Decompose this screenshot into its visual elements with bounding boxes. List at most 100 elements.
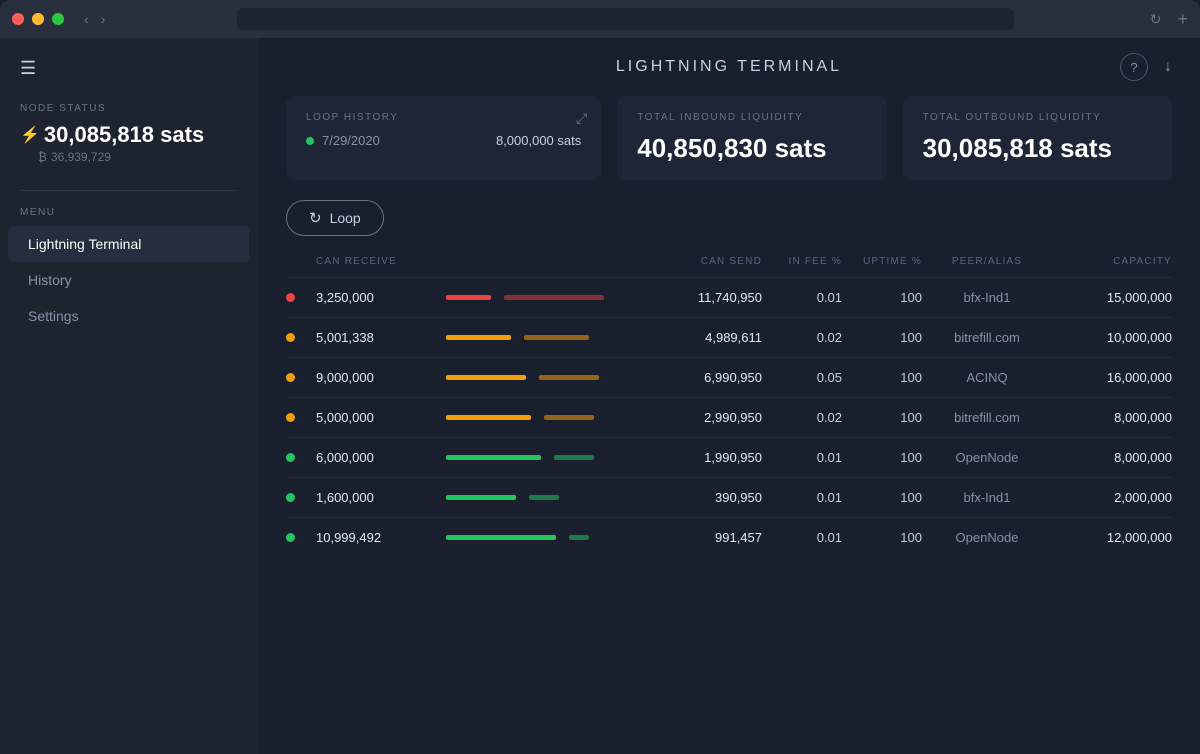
node-balance-sats: ⚡ 30,085,818 sats — [20, 122, 237, 148]
back-button[interactable]: ‹ — [80, 11, 93, 27]
col-can-receive-header: CAN RECEIVE — [316, 256, 436, 267]
in-fee-value: 0.02 — [762, 410, 842, 425]
main-header: LIGHTNING TERMINAL ? ↓ — [286, 58, 1172, 76]
download-button[interactable]: ↓ — [1164, 58, 1172, 76]
in-fee-value: 0.01 — [762, 530, 842, 545]
send-bar — [504, 295, 604, 300]
channel-bar — [436, 335, 652, 340]
capacity-value: 8,000,000 — [1052, 410, 1172, 425]
receive-bar — [446, 415, 531, 420]
nav-buttons: ‹ › — [80, 11, 109, 27]
capacity-value: 12,000,000 — [1052, 530, 1172, 545]
capacity-value: 2,000,000 — [1052, 490, 1172, 505]
col-peer-header: PEER/ALIAS — [922, 256, 1052, 267]
outbound-liquidity-card: TOTAL OUTBOUND LIQUIDITY 30,085,818 sats — [903, 96, 1172, 180]
send-bar — [524, 335, 589, 340]
col-in-fee-header: IN FEE % — [762, 256, 842, 267]
table-row[interactable]: 10,999,492 991,457 0.01 100 OpenNode 12,… — [286, 517, 1172, 557]
status-dot — [286, 533, 295, 542]
receive-bar — [446, 375, 526, 380]
channels-table: CAN RECEIVE CAN SEND IN FEE % UPTIME % P… — [286, 256, 1172, 557]
inbound-liquidity-card: TOTAL INBOUND LIQUIDITY 40,850,830 sats — [617, 96, 886, 180]
close-dot[interactable] — [12, 13, 24, 25]
send-bar — [569, 535, 589, 540]
capacity-value: 16,000,000 — [1052, 370, 1172, 385]
minimize-dot[interactable] — [32, 13, 44, 25]
url-bar[interactable] — [237, 8, 1013, 30]
sidebar-header: ☰ NODE STATUS ⚡ 30,085,818 sats ₿ 36,939… — [0, 38, 257, 174]
table-row[interactable]: 1,600,000 390,950 0.01 100 bfx-Ind1 2,00… — [286, 477, 1172, 517]
sidebar: ☰ NODE STATUS ⚡ 30,085,818 sats ₿ 36,939… — [0, 38, 258, 754]
sidebar-item-history[interactable]: History — [8, 262, 249, 298]
peer-alias: bitrefill.com — [922, 330, 1052, 345]
in-fee-value: 0.01 — [762, 490, 842, 505]
send-bar — [554, 455, 594, 460]
status-dot — [286, 293, 295, 302]
stats-row: LOOP HISTORY ⤢ 7/29/2020 8,000,000 sats … — [286, 96, 1172, 180]
refresh-icon[interactable]: ↻ — [1150, 11, 1162, 28]
status-indicator — [286, 453, 316, 462]
col-capacity-header: CAPACITY — [1052, 256, 1172, 267]
app-container: ☰ NODE STATUS ⚡ 30,085,818 sats ₿ 36,939… — [0, 38, 1200, 754]
can-receive-value: 5,000,000 — [316, 410, 436, 425]
capacity-value: 10,000,000 — [1052, 330, 1172, 345]
loop-refresh-icon: ↻ — [309, 209, 322, 227]
table-row[interactable]: 9,000,000 6,990,950 0.05 100 ACINQ 16,00… — [286, 357, 1172, 397]
uptime-value: 100 — [842, 290, 922, 305]
capacity-value: 15,000,000 — [1052, 290, 1172, 305]
loop-amount: 8,000,000 sats — [496, 133, 581, 148]
table-row[interactable]: 6,000,000 1,990,950 0.01 100 OpenNode 8,… — [286, 437, 1172, 477]
in-fee-value: 0.01 — [762, 290, 842, 305]
loop-button[interactable]: ↻ Loop — [286, 200, 384, 236]
uptime-value: 100 — [842, 530, 922, 545]
can-send-value: 11,740,950 — [652, 290, 762, 305]
channel-bar — [436, 495, 652, 500]
expand-icon[interactable]: ⤢ — [576, 110, 587, 127]
send-bar — [539, 375, 599, 380]
sidebar-item-label: Settings — [28, 308, 79, 324]
channel-bar — [436, 295, 652, 300]
receive-bar — [446, 495, 516, 500]
in-fee-value: 0.02 — [762, 330, 842, 345]
hamburger-icon[interactable]: ☰ — [20, 58, 237, 79]
peer-alias: OpenNode — [922, 450, 1052, 465]
table-row[interactable]: 3,250,000 11,740,950 0.01 100 bfx-Ind1 1… — [286, 277, 1172, 317]
col-bar-header — [436, 256, 652, 267]
inbound-label: TOTAL INBOUND LIQUIDITY — [637, 112, 866, 123]
bitcoin-icon: ₿ — [38, 150, 47, 164]
status-indicator — [286, 493, 316, 502]
can-send-value: 6,990,950 — [652, 370, 762, 385]
channel-bar — [436, 415, 652, 420]
sidebar-item-label: Lightning Terminal — [28, 236, 141, 252]
can-receive-value: 6,000,000 — [316, 450, 436, 465]
new-tab-button[interactable]: + — [1177, 9, 1188, 30]
sidebar-item-label: History — [28, 272, 72, 288]
channel-bar — [436, 455, 652, 460]
status-dot — [286, 493, 295, 502]
main-content: LIGHTNING TERMINAL ? ↓ LOOP HISTORY ⤢ 7/… — [258, 38, 1200, 754]
help-button[interactable]: ? — [1120, 53, 1148, 81]
balance-btc-value: 36,939,729 — [51, 150, 111, 164]
table-header: CAN RECEIVE CAN SEND IN FEE % UPTIME % P… — [286, 256, 1172, 277]
sidebar-item-lightning-terminal[interactable]: Lightning Terminal — [8, 226, 249, 262]
outbound-value: 30,085,818 sats — [923, 133, 1152, 164]
loop-history-card: LOOP HISTORY ⤢ 7/29/2020 8,000,000 sats — [286, 96, 601, 180]
titlebar: ‹ › ↻ + — [0, 0, 1200, 38]
in-fee-value: 0.01 — [762, 450, 842, 465]
loop-btn-row: ↻ Loop — [286, 200, 1172, 236]
send-bar — [544, 415, 594, 420]
channel-bar — [436, 375, 652, 380]
forward-button[interactable]: › — [97, 11, 110, 27]
can-receive-value: 3,250,000 — [316, 290, 436, 305]
maximize-dot[interactable] — [52, 13, 64, 25]
table-row[interactable]: 5,000,000 2,990,950 0.02 100 bitrefill.c… — [286, 397, 1172, 437]
loop-history-label: LOOP HISTORY — [306, 112, 581, 123]
can-receive-value: 5,001,338 — [316, 330, 436, 345]
loop-entry: 7/29/2020 8,000,000 sats — [306, 133, 581, 148]
uptime-value: 100 — [842, 370, 922, 385]
col-uptime-header: UPTIME % — [842, 256, 922, 267]
status-indicator — [286, 413, 316, 422]
sidebar-item-settings[interactable]: Settings — [8, 298, 249, 334]
table-row[interactable]: 5,001,338 4,989,611 0.02 100 bitrefill.c… — [286, 317, 1172, 357]
page-title: LIGHTNING TERMINAL — [616, 58, 842, 76]
